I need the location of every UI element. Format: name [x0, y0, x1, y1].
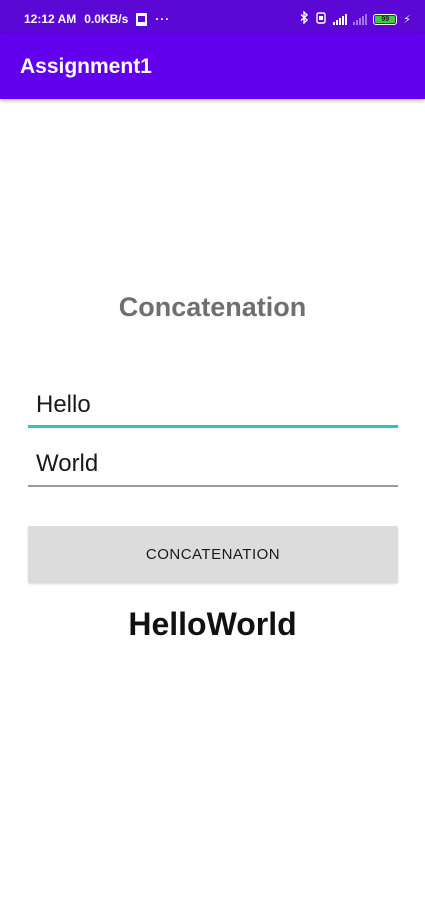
status-right: 99 ⚡ — [300, 10, 411, 27]
second-string-input[interactable] — [28, 443, 398, 485]
vibrate-icon — [315, 11, 327, 27]
status-bar: 12:12 AM 0.0KB/s ··· 99 ⚡ — [0, 0, 425, 33]
network-speed: 0.0KB/s — [84, 12, 129, 26]
bluetooth-icon — [300, 10, 309, 27]
status-time: 12:12 AM — [24, 12, 77, 26]
page-heading: Concatenation — [118, 292, 307, 322]
charging-bolt-icon: ⚡ — [403, 13, 411, 26]
app-title: Assignment1 — [20, 55, 152, 78]
app-bar: Assignment1 — [0, 33, 425, 99]
concatenation-button[interactable]: CONCATENATION — [28, 526, 398, 583]
sim-card-icon — [136, 12, 148, 26]
battery-level: 99 — [381, 15, 390, 23]
first-text-field — [28, 384, 398, 428]
first-input-underline — [28, 425, 398, 428]
second-input-underline — [28, 485, 398, 487]
first-string-input[interactable] — [28, 384, 398, 426]
more-notifications-icon: ··· — [155, 12, 171, 26]
battery-icon: 99 — [373, 13, 398, 25]
second-text-field — [28, 443, 398, 487]
signal-strength-sim2-icon — [353, 13, 368, 25]
app-screen: 12:12 AM 0.0KB/s ··· 99 ⚡ Assignment1 Co… — [0, 0, 425, 900]
status-left: 12:12 AM 0.0KB/s ··· — [24, 12, 170, 26]
signal-strength-icon — [333, 13, 348, 25]
result-text: HelloWorld — [128, 606, 297, 642]
